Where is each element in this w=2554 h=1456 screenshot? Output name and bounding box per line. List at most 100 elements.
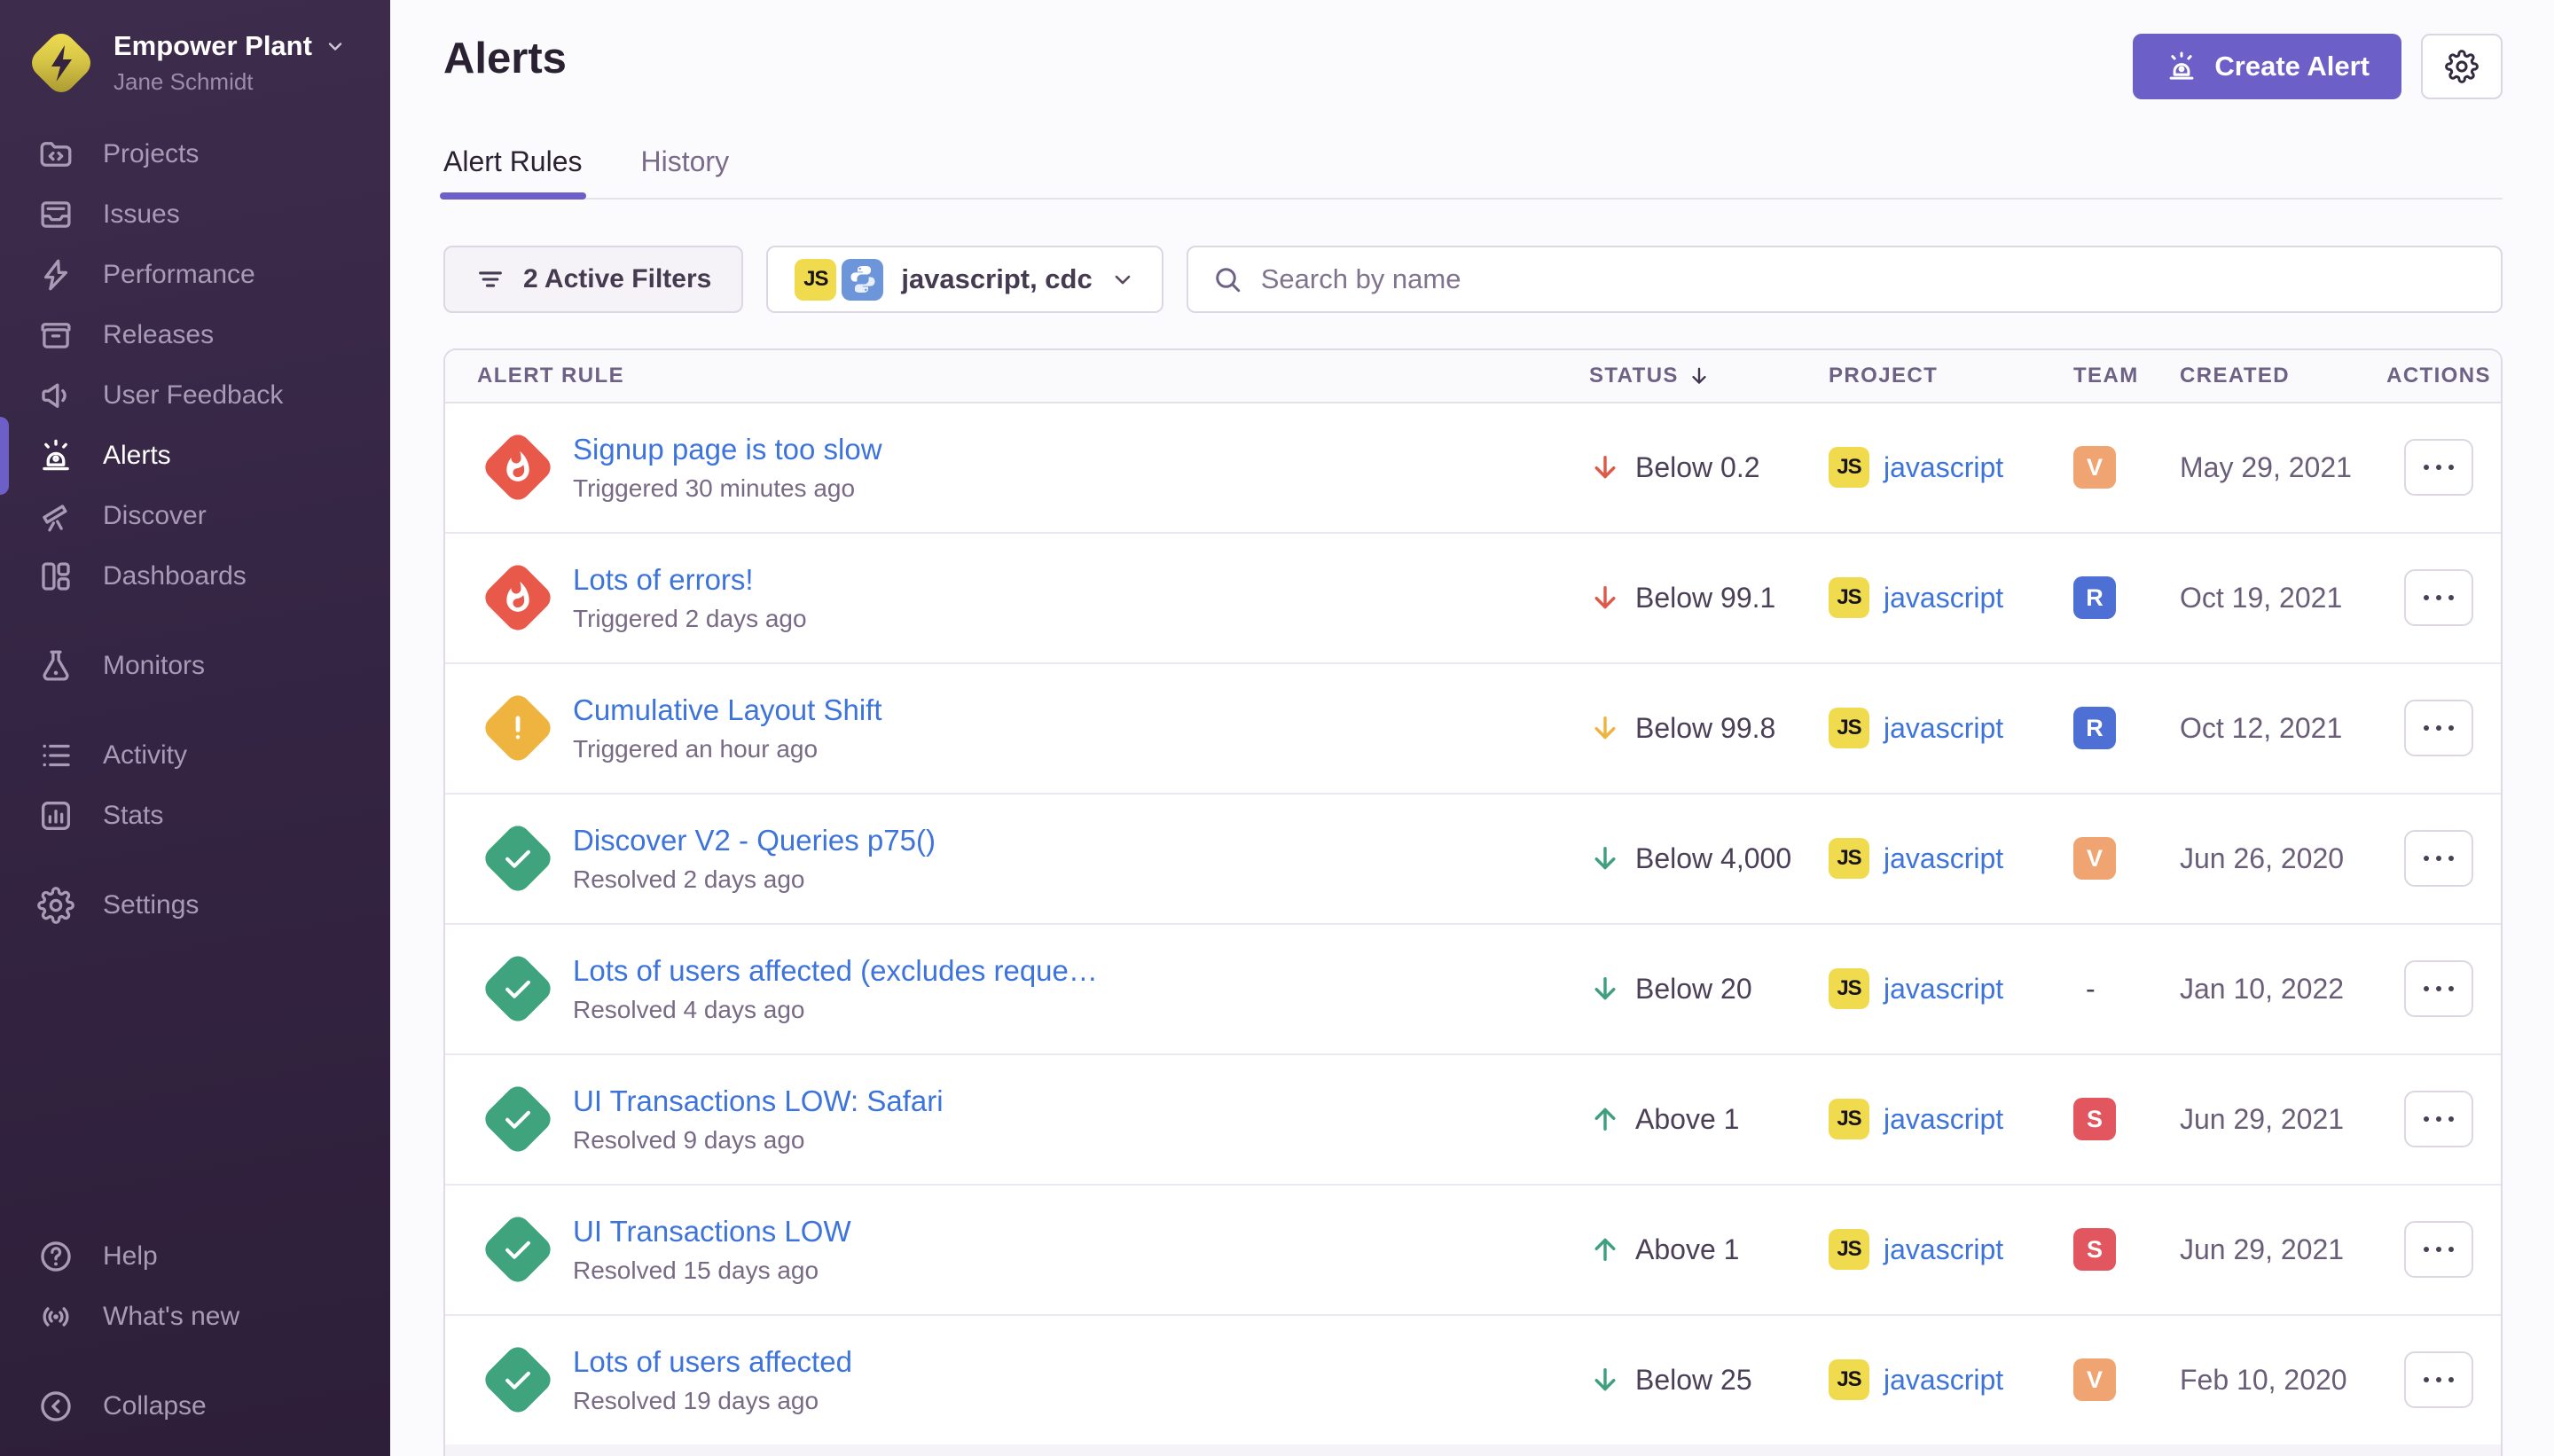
column-header-created: Created [2180, 364, 2377, 388]
team-avatar[interactable]: S [2073, 1098, 2116, 1140]
sidebar-item-issues[interactable]: Issues [0, 184, 390, 245]
row-actions-button[interactable] [2404, 1091, 2473, 1147]
activity-icon [37, 737, 74, 774]
active-filters-button[interactable]: 2 Active Filters [443, 246, 743, 313]
alert-rule-subtext: Resolved 4 days ago [573, 996, 1098, 1024]
created-date: Jun 29, 2021 [2180, 1103, 2377, 1136]
sidebar-item-what-s-new[interactable]: What's new [0, 1287, 390, 1347]
arrow-down-icon [1589, 451, 1621, 483]
sidebar-item-activity[interactable]: Activity [0, 725, 390, 786]
row-actions-button[interactable] [2404, 960, 2473, 1017]
table-row: Discover V2 - Queries p75() Resolved 2 d… [445, 795, 2501, 925]
project-link[interactable]: javascript [1884, 842, 2003, 875]
sidebar-item-dashboards[interactable]: Dashboards [0, 546, 390, 607]
javascript-platform-icon: JS [1829, 1229, 1869, 1270]
project-link[interactable]: javascript [1884, 582, 2003, 614]
project-link[interactable]: javascript [1884, 712, 2003, 745]
table-row: UI Transactions LOW Resolved 15 days ago… [445, 1186, 2501, 1316]
alert-rule-link[interactable]: Cumulative Layout Shift [573, 693, 882, 727]
team-avatar[interactable]: S [2073, 1228, 2116, 1271]
tab-history[interactable]: History [641, 145, 730, 198]
alert-rule-link[interactable]: Discover V2 - Queries p75() [573, 824, 936, 857]
team-avatar[interactable]: V [2073, 1358, 2116, 1401]
sidebar-item-performance[interactable]: Performance [0, 245, 390, 305]
sidebar-item-alerts[interactable]: Alerts [0, 426, 390, 486]
project-selector[interactable]: JS javascript, cdc [766, 246, 1163, 313]
alert-rule-link[interactable]: UI Transactions LOW [573, 1215, 851, 1249]
project-link[interactable]: javascript [1884, 451, 2003, 484]
project-link[interactable]: javascript [1884, 973, 2003, 1006]
table-bottom-strip [445, 1444, 2501, 1456]
sidebar-item-help[interactable]: Help [0, 1226, 390, 1287]
alert-settings-button[interactable] [2421, 34, 2503, 99]
status-text: Below 99.8 [1635, 712, 1775, 745]
siren-icon [2165, 50, 2198, 83]
tab-alert-rules[interactable]: Alert Rules [443, 145, 583, 198]
javascript-platform-icon: JS [1829, 708, 1869, 748]
arrow-up-icon [1589, 1103, 1621, 1135]
column-header-alert-rule: Alert Rule [445, 364, 1589, 388]
column-header-status[interactable]: Status [1589, 364, 1829, 388]
org-switcher[interactable]: Empower Plant Jane Schmidt [0, 0, 390, 119]
check-diamond-icon [481, 1082, 556, 1157]
sidebar-item-collapse[interactable]: Collapse [0, 1376, 390, 1436]
alert-rule-link[interactable]: Lots of users affected [573, 1345, 852, 1379]
table-body: Signup page is too slow Triggered 30 min… [445, 403, 2501, 1446]
team-cell: R [2073, 576, 2180, 619]
created-date: Oct 12, 2021 [2180, 712, 2377, 745]
sidebar-item-discover[interactable]: Discover [0, 486, 390, 546]
sidebar-item-label: Issues [103, 200, 180, 230]
row-actions-button[interactable] [2404, 700, 2473, 756]
sidebar-item-label: Help [103, 1241, 158, 1272]
sidebar-item-label: Monitors [103, 651, 205, 681]
team-cell: - [2073, 973, 2180, 1006]
filter-icon [475, 264, 505, 294]
collapse-icon [37, 1388, 74, 1425]
sidebar-item-stats[interactable]: Stats [0, 786, 390, 846]
status-cell: Above 1 [1589, 1233, 1829, 1266]
chevron-down-icon [325, 35, 346, 57]
alert-rule-subtext: Resolved 19 days ago [573, 1387, 852, 1415]
check-diamond-icon [481, 1212, 556, 1288]
row-actions-button[interactable] [2404, 569, 2473, 626]
team-avatar[interactable]: R [2073, 576, 2116, 619]
row-actions-button[interactable] [2404, 1351, 2473, 1408]
main-content: Alerts Create Alert Alert Rules History … [390, 0, 2554, 1456]
search-input[interactable] [1261, 263, 2478, 295]
status-cell: Below 99.8 [1589, 712, 1829, 745]
alert-rule-subtext: Resolved 2 days ago [573, 865, 936, 894]
sidebar-item-user-feedback[interactable]: User Feedback [0, 365, 390, 426]
project-link[interactable]: javascript [1884, 1364, 2003, 1397]
team-avatar[interactable]: R [2073, 707, 2116, 749]
team-avatar[interactable]: V [2073, 446, 2116, 489]
project-link[interactable]: javascript [1884, 1103, 2003, 1136]
alert-rule-subtext: Resolved 15 days ago [573, 1256, 851, 1285]
team-avatar[interactable]: V [2073, 837, 2116, 880]
team-none: - [2073, 973, 2096, 1006]
row-actions-button[interactable] [2404, 439, 2473, 496]
flame-diamond-icon [481, 430, 556, 505]
create-alert-button[interactable]: Create Alert [2133, 34, 2401, 99]
help-icon [37, 1238, 74, 1275]
alert-rule-link[interactable]: Lots of users affected (excludes reque… [573, 954, 1098, 988]
python-platform-icon [842, 259, 883, 301]
alert-rule-link[interactable]: UI Transactions LOW: Safari [573, 1084, 944, 1118]
alert-rules-table: Alert Rule Status Project Team Created A… [443, 348, 2503, 1456]
arrow-down-icon [1589, 842, 1621, 874]
active-filters-label: 2 Active Filters [523, 264, 711, 294]
sidebar-item-label: Projects [103, 139, 199, 169]
project-link[interactable]: javascript [1884, 1233, 2003, 1266]
table-row: Cumulative Layout Shift Triggered an hou… [445, 664, 2501, 795]
row-actions-button[interactable] [2404, 1221, 2473, 1278]
row-actions-button[interactable] [2404, 830, 2473, 887]
alert-rule-link[interactable]: Lots of errors! [573, 563, 807, 597]
sidebar-item-releases[interactable]: Releases [0, 305, 390, 365]
sidebar-nav: Projects Issues Performance Releases Use… [0, 124, 390, 1226]
sidebar-item-settings[interactable]: Settings [0, 875, 390, 935]
projects-icon [37, 136, 74, 173]
sidebar-item-label: Dashboards [103, 561, 247, 591]
alert-rule-link[interactable]: Signup page is too slow [573, 433, 882, 466]
check-diamond-icon [481, 951, 556, 1027]
sidebar-item-projects[interactable]: Projects [0, 124, 390, 184]
sidebar-item-monitors[interactable]: Monitors [0, 636, 390, 696]
